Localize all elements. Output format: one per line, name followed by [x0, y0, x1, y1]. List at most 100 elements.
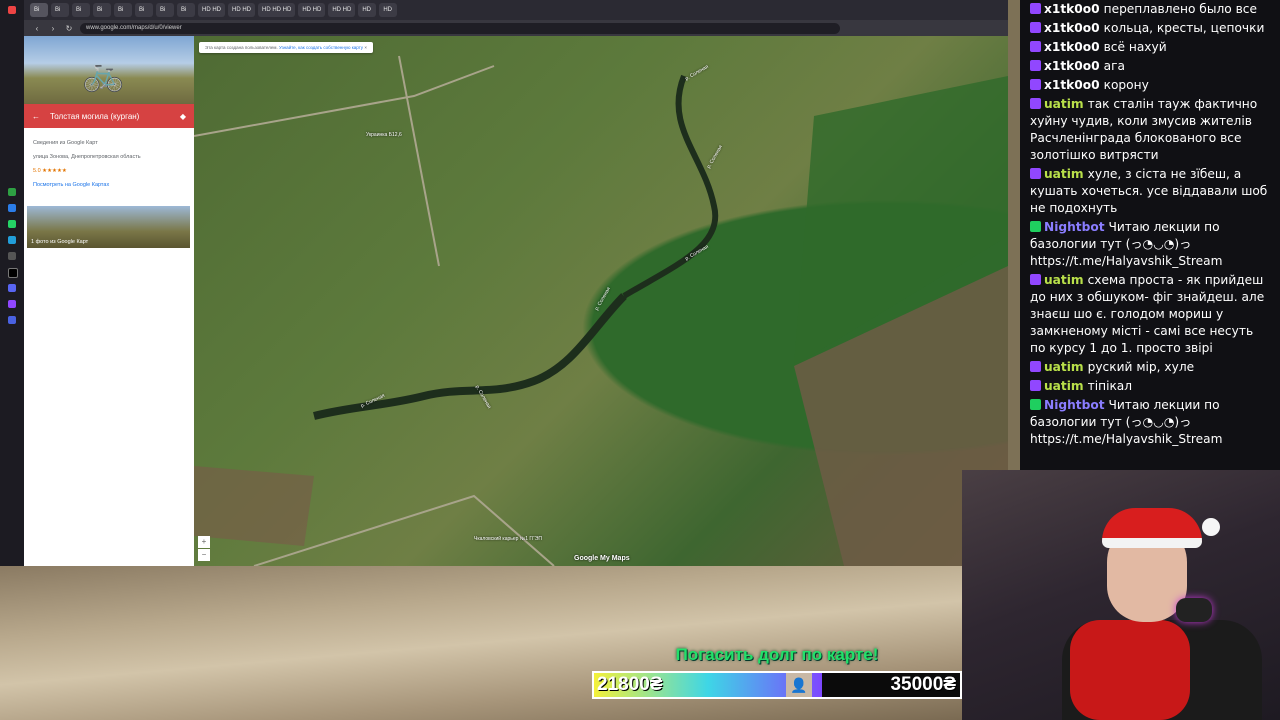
goal-target-amount: 35000₴ [890, 674, 956, 695]
chat-message: uatim так сталін тауж фактично хуйну чуди… [1020, 95, 1280, 165]
place-info: Сведения из Google Карт улица Зонова, Дн… [24, 128, 194, 200]
chat-username[interactable]: Nightbot [1044, 398, 1105, 412]
map-label: Чкаловский карьер №1 ГГЭП [474, 536, 542, 542]
open-in-google-maps-link[interactable]: Посмотреть на Google Картах [33, 178, 185, 192]
photo-caption: 1 фото из Google Карт [31, 239, 89, 245]
chat-username[interactable]: x1tk0o0 [1044, 59, 1100, 73]
app-icon[interactable] [8, 188, 16, 196]
twitch-badge-icon [1030, 274, 1041, 285]
back-arrow-icon[interactable]: ← [32, 112, 40, 121]
twitch-badge-icon [1030, 22, 1041, 33]
river [622, 74, 719, 299]
source-label: Сведения из Google Карт [33, 140, 98, 146]
chat-username[interactable]: x1tk0o0 [1044, 40, 1100, 54]
browser-tab[interactable]: HD HD [228, 3, 255, 17]
notice-text: Эта карта создана пользователем. [205, 45, 278, 50]
chat-message: Nightbot Читаю лекции по базологии тут (っ… [1020, 396, 1280, 449]
browser-tab[interactable]: HD HD HD [258, 3, 296, 17]
directions-icon[interactable]: ◆ [180, 112, 186, 121]
place-rating: 5.0 ★★★★★ [33, 168, 67, 174]
chat-username[interactable]: x1tk0o0 [1044, 78, 1100, 92]
app-icon[interactable] [8, 252, 16, 260]
twitch-badge-icon [1030, 41, 1041, 52]
close-icon[interactable]: × [364, 45, 367, 50]
user-map-notice: Эта карта создана пользователем. Узнайте… [199, 42, 373, 53]
browser-tab[interactable]: HD HD [328, 3, 356, 17]
stream-chat: x1tk0o0 переплавлено было все x1tk0o0 кольц… [1020, 0, 1280, 470]
chat-message: Nightbot Читаю лекции по базологии тут (っ… [1020, 218, 1280, 271]
place-photo-thumbnail[interactable]: 1 фото из Google Карт [27, 206, 190, 248]
chat-text: переплавлено было все [1103, 2, 1257, 16]
place-address: улица Зонова, Днепропетровская область [33, 154, 141, 160]
x-icon[interactable] [8, 268, 18, 278]
santa-hat [1102, 508, 1202, 548]
chat-username[interactable]: uatim [1044, 167, 1084, 181]
chat-message: x1tk0o0 ага [1020, 57, 1280, 76]
place-photo[interactable]: 🚲 [24, 36, 194, 104]
browser-tab[interactable]: HD HD [198, 3, 225, 17]
telegram-icon[interactable] [8, 236, 16, 244]
chat-message: x1tk0o0 переплавлено было все [1020, 0, 1280, 19]
app-icon[interactable] [8, 6, 16, 14]
chat-username[interactable]: x1tk0o0 [1044, 21, 1100, 35]
road [398, 55, 440, 267]
chat-message: x1tk0o0 кольца, кресты, цепочки [1020, 19, 1280, 38]
chat-username[interactable]: uatim [1044, 273, 1084, 287]
twitch-badge-icon [1030, 79, 1041, 90]
map-label: Украинка Б12,6 [366, 132, 402, 138]
browser-tab[interactable]: Bi [51, 3, 69, 17]
twitch-badge-icon [1030, 3, 1041, 14]
discord-icon[interactable] [8, 284, 16, 292]
hat-pompom [1202, 518, 1220, 536]
place-side-panel: 🚲 ← Толстая могила (курган) ◆ Сведения и… [24, 36, 194, 566]
chat-username[interactable]: uatim [1044, 379, 1084, 393]
map-canvas[interactable]: Эта карта создана пользователем. Узнайте… [194, 36, 1008, 566]
field [194, 466, 314, 546]
chat-message: uatim тіпікал [1020, 377, 1280, 396]
chat-username[interactable]: uatim [1044, 360, 1084, 374]
browser-tab[interactable]: Bi [93, 3, 111, 17]
app-icon[interactable] [8, 316, 16, 324]
browser-tab[interactable]: HD [379, 3, 398, 17]
create-map-link[interactable]: Узнайте, как создать собственную карту [279, 45, 363, 50]
goal-avatar: 👤 [786, 673, 812, 697]
streamer-scarf [1070, 620, 1190, 720]
address-bar[interactable]: www.google.com/maps/d/u/0/viewer [80, 22, 840, 34]
chat-username[interactable]: x1tk0o0 [1044, 2, 1100, 16]
zoom-out-button[interactable]: − [198, 549, 210, 561]
twitch-icon[interactable] [8, 300, 16, 308]
browser-tab[interactable]: HD HD [298, 3, 326, 17]
whatsapp-icon[interactable] [8, 220, 16, 228]
browser-tab[interactable]: HD [358, 3, 377, 17]
place-title-bar: ← Толстая могила (курган) ◆ [24, 104, 194, 128]
goal-current-amount: 21800₴ [597, 674, 663, 695]
chat-message: uatim руский мір, хуле [1020, 358, 1280, 377]
zoom-in-button[interactable]: + [198, 536, 210, 548]
browser-toolbar: ‹ › ↻ www.google.com/maps/d/u/0/viewer [24, 20, 1008, 36]
browser-tab[interactable]: Bi [177, 3, 195, 17]
twitch-badge-icon [1030, 361, 1041, 372]
twitch-badge-icon [1030, 168, 1041, 179]
river [313, 293, 627, 420]
microphone [1176, 598, 1212, 622]
chat-message: x1tk0o0 всё нахуй [1020, 38, 1280, 57]
browser-tab[interactable]: Bi [30, 3, 48, 17]
chat-text: руский мір, хуле [1087, 360, 1195, 374]
browser-tab[interactable]: Bi [114, 3, 132, 17]
forward-icon[interactable]: › [48, 24, 58, 33]
back-icon[interactable]: ‹ [32, 24, 42, 33]
google-my-maps-logo: Google My Maps [574, 555, 630, 562]
chat-username[interactable]: uatim [1044, 97, 1084, 111]
chat-message: uatim хуле, з сіста не зїбеш, а кушать хо… [1020, 165, 1280, 218]
browser-tab[interactable]: Bi [72, 3, 90, 17]
place-title: Толстая могила (курган) [50, 111, 140, 121]
browser-tab[interactable]: Bi [135, 3, 153, 17]
chat-text: тіпікал [1087, 379, 1133, 393]
chat-username[interactable]: Nightbot [1044, 220, 1105, 234]
chat-text: ага [1103, 59, 1125, 73]
browser-tab[interactable]: Bi [156, 3, 174, 17]
reload-icon[interactable]: ↻ [64, 24, 74, 33]
app-icon[interactable] [8, 204, 16, 212]
twitch-badge-icon [1030, 60, 1041, 71]
donation-goal: Погасить долг по карте! 👤 21800₴ 35000₴ [592, 645, 962, 699]
